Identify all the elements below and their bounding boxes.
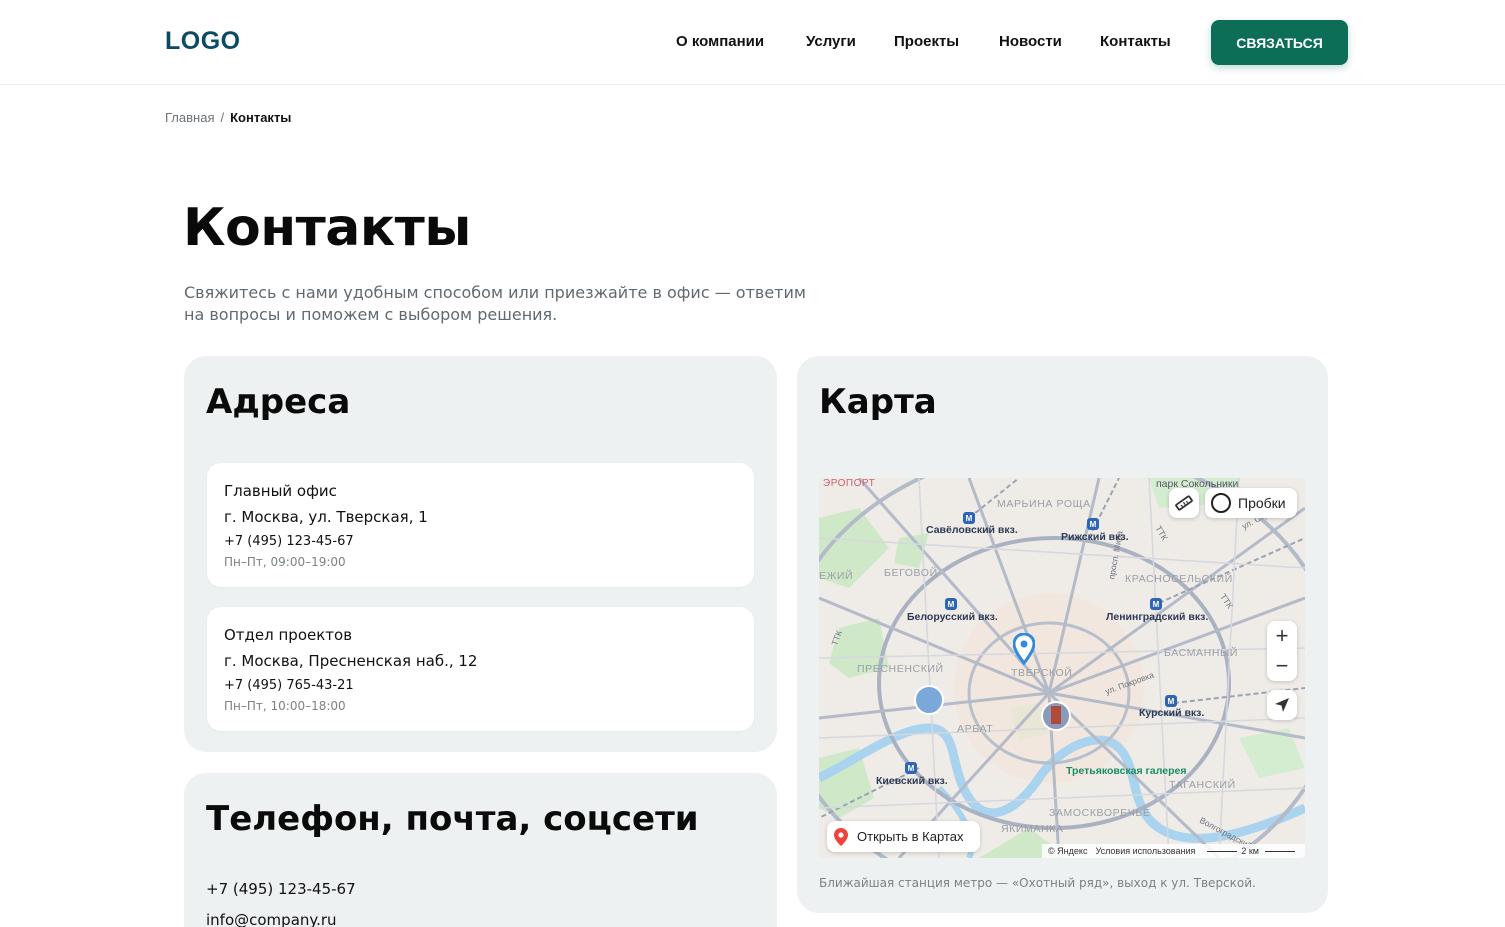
traffic-label: Пробки: [1238, 495, 1286, 511]
breadcrumb-separator: /: [220, 110, 225, 125]
address-hours: Пн–Пт, 09:00–19:00: [224, 555, 346, 569]
metro-icon: M: [963, 512, 975, 524]
map-label-station: Курский вкз.: [1139, 707, 1205, 719]
address-phone[interactable]: +7 (495) 123-45-67: [224, 534, 354, 549]
contact-phone-link[interactable]: +7 (495) 123-45-67: [206, 880, 356, 898]
map-title: Карта: [819, 382, 937, 422]
page-subtitle: Свяжитесь с нами удобным способом или пр…: [184, 283, 806, 324]
map-label-district: ЯКИМАНКА: [1001, 823, 1064, 835]
traffic-ring-icon: [1211, 493, 1231, 513]
map-label-station: Савёловский вкз.: [926, 524, 1018, 536]
map-label-station: Рижский вкз.: [1061, 531, 1129, 543]
nav-item-contacts[interactable]: Контакты: [1100, 33, 1171, 50]
contacts-card: Телефон, почта, соцсети +7 (495) 123-45-…: [184, 773, 777, 927]
breadcrumb: Главная / Контакты: [165, 110, 291, 125]
location-pin-icon[interactable]: [1013, 633, 1035, 665]
address-street: г. Москва, ул. Тверская, 1: [224, 508, 428, 526]
metro-icon: M: [905, 762, 917, 774]
map-label-district: ТАГАНСКИЙ: [1169, 779, 1236, 791]
zoom-controls: + −: [1267, 621, 1297, 681]
addresses-card: Адреса Главный офис г. Москва, ул. Тверс…: [184, 356, 777, 752]
red-pin-icon: [834, 827, 848, 846]
site-header: LOGO О компании Услуги Проекты Новости К…: [0, 0, 1505, 85]
contact-cta-button[interactable]: СВЯЗАТЬСЯ: [1211, 20, 1348, 65]
map-label-district: МАРЬИНА РОЩА: [997, 498, 1091, 510]
map-terms-link[interactable]: Условия использования: [1095, 846, 1195, 856]
map-label-gallery: Третьяковская галерея: [1066, 765, 1187, 777]
page-title: Контакты: [183, 198, 471, 258]
scale-bar: [1207, 850, 1238, 852]
map-label-district: БЕГОВОЙ: [884, 567, 938, 579]
address-name: Отдел проектов: [224, 626, 353, 644]
metro-icon: M: [1087, 518, 1099, 530]
contact-email-link[interactable]: info@company.ru: [206, 911, 337, 927]
logo[interactable]: LOGO: [165, 27, 241, 56]
map-label-district: ТВЕРСКОЙ: [1011, 667, 1073, 679]
ruler-button[interactable]: [1169, 488, 1199, 518]
address-item[interactable]: Главный офис г. Москва, ул. Тверская, 1 …: [207, 463, 754, 587]
metro-icon: M: [1150, 598, 1162, 610]
map-label-district: КРАСНОСЕЛЬСКИЙ: [1125, 573, 1233, 585]
nav-item-services[interactable]: Услуги: [806, 33, 856, 50]
map-label-airport: ЭРОПОРТ: [823, 478, 876, 489]
contacts-title: Телефон, почта, соцсети: [206, 799, 699, 839]
map-label-station: Ленинградский вкз.: [1106, 611, 1209, 623]
addresses-title: Адреса: [206, 382, 351, 422]
map-card: Карта ЭРОПОРТ парк Сокольники МАРЬИНА РО…: [797, 356, 1328, 913]
breadcrumb-current: Контакты: [230, 110, 292, 125]
map-copyright[interactable]: © Яндекс: [1048, 846, 1087, 856]
map-label-district: АРБАТ: [957, 723, 994, 735]
zoom-out-button[interactable]: −: [1267, 651, 1297, 681]
metro-icon: M: [1165, 695, 1177, 707]
ruler-icon: [1175, 495, 1193, 511]
nav-item-projects[interactable]: Проекты: [894, 33, 959, 50]
nav-item-about[interactable]: О компании: [676, 33, 764, 50]
yandex-map[interactable]: ЭРОПОРТ парк Сокольники МАРЬИНА РОЩА БЕГ…: [819, 478, 1305, 858]
map-scale: 2 км: [1241, 846, 1259, 856]
scale-bar: [1265, 850, 1295, 852]
zoom-in-button[interactable]: +: [1267, 621, 1297, 651]
breadcrumb-home[interactable]: Главная: [165, 110, 214, 125]
open-in-maps-label: Открыть в Картах: [857, 829, 964, 844]
map-label-district: БАСМАННЫЙ: [1164, 647, 1239, 659]
address-phone[interactable]: +7 (495) 765-43-21: [224, 678, 354, 693]
map-footer: © Яндекс Условия использования 2 км: [1042, 844, 1305, 858]
locate-button[interactable]: [1267, 690, 1297, 720]
nav-item-news[interactable]: Новости: [999, 33, 1062, 50]
map-label-station: Белорусский вкз.: [907, 611, 998, 623]
navigation-arrow-icon: [1275, 698, 1289, 712]
open-in-maps-button[interactable]: Открыть в Картах: [827, 821, 980, 852]
map-label-station: Киевский вкз.: [876, 775, 948, 787]
address-name: Главный офис: [224, 482, 337, 500]
traffic-toggle-button[interactable]: Пробки: [1205, 488, 1297, 518]
address-item[interactable]: Отдел проектов г. Москва, Пресненская на…: [207, 607, 754, 731]
address-hours: Пн–Пт, 10:00–18:00: [224, 699, 346, 713]
metro-icon: M: [945, 598, 957, 610]
map-label-district: ЗАМОСКВОРЕЧЬЕ: [1049, 807, 1151, 819]
map-label-district: ПРЕСНЕНСКИЙ: [857, 663, 944, 675]
address-street: г. Москва, Пресненская наб., 12: [224, 652, 478, 670]
metro-note: Ближайшая станция метро — «Охотный ряд»,…: [819, 876, 1256, 890]
map-label-district: ЕЖИЙ: [819, 570, 854, 582]
